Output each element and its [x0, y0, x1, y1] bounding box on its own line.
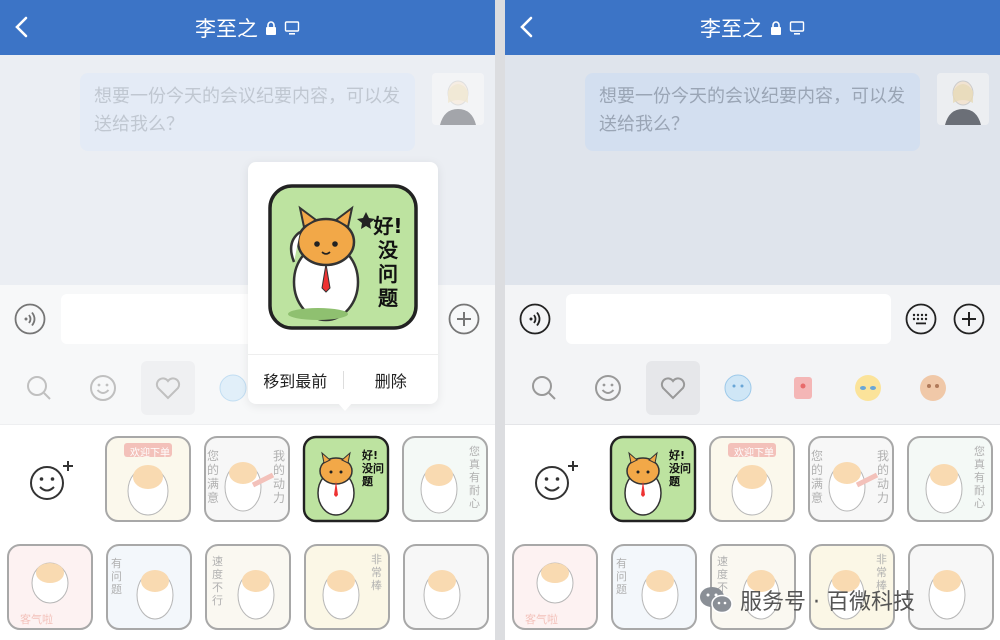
sticker-label: 客气啦 [20, 613, 53, 626]
sticker-label: 好!没问题 [669, 449, 691, 488]
delete-button[interactable]: 删除 [344, 368, 439, 392]
chat-title: 李至之 [700, 16, 763, 41]
sticker-patience[interactable]: 您真有耐心 [906, 435, 994, 523]
popup-arrow [337, 402, 353, 411]
chat-area: 想要一份今天的会议纪要内容，可以发送给我么？ [505, 55, 1000, 285]
sticker-popup: 好!没问题 移到最前 删除 [248, 162, 438, 404]
sticker-cat[interactable] [907, 543, 995, 631]
sticker-label: 您真有耐心 [974, 445, 985, 510]
sticker-label: 速度不行 [212, 555, 223, 607]
sticker-question[interactable]: 有问题 [610, 543, 698, 631]
right-screen: 李至之 想要一份今天的会议纪要内容，可以发送给我么？ 好!没问题 欢迎下单 您的… [505, 0, 1000, 640]
sticker-label: 我的动力 [877, 449, 890, 505]
tab-sticker-pack-2[interactable] [776, 361, 830, 415]
move-to-front-button[interactable]: 移到最前 [248, 368, 343, 392]
desktop-icon [789, 20, 805, 35]
sticker-great[interactable]: 非常棒 [303, 543, 391, 631]
left-screen: 李至之 想要一份今天的会议纪要内容，可以发送给我么？ 欢迎下单 您的满意 我的动… [0, 0, 495, 640]
sticker-preview-label: 好!没问题 [373, 214, 403, 310]
sticker-grid: 欢迎下单 您的满意 我的动力 好!没问题 您真有耐心 客气啦 有问题 速度不行 [0, 425, 495, 640]
emoji-icon [595, 375, 621, 401]
plus-icon[interactable] [953, 303, 985, 335]
tab-sticker-pack-3[interactable] [841, 361, 895, 415]
voice-icon[interactable] [519, 303, 551, 335]
input-bar [505, 285, 1000, 353]
chat-header: 李至之 [505, 0, 1000, 55]
chat-header: 李至之 [0, 0, 495, 55]
sticker-label: 客气啦 [525, 613, 558, 626]
sticker-label: 欢迎下单 [130, 448, 170, 459]
search-icon [532, 376, 556, 400]
watermark: 服务号 · 百微科技 [698, 582, 915, 618]
sticker-label: 有问题 [616, 557, 627, 596]
desktop-icon [284, 20, 300, 35]
keyboard-icon[interactable] [905, 303, 937, 335]
sticker-label: 欢迎下单 [734, 448, 774, 459]
sticker-question[interactable]: 有问题 [105, 543, 193, 631]
popup-actions: 移到最前 删除 [248, 354, 438, 404]
sticker-ok-highlighted[interactable]: 好!没问题 [302, 435, 390, 523]
sticker-satisfaction[interactable]: 您的满意 我的动力 [807, 435, 895, 523]
message-input[interactable] [566, 294, 891, 344]
tab-search[interactable] [517, 361, 571, 415]
sticker-label: 非常棒 [371, 553, 382, 592]
sticker-tabs [505, 353, 1000, 425]
add-sticker-icon[interactable] [527, 453, 587, 513]
wechat-icon [700, 587, 733, 614]
sticker-cat[interactable] [402, 543, 490, 631]
message-bubble: 想要一份今天的会议纪要内容，可以发送给我么？ [585, 73, 920, 151]
sticker-polite[interactable]: 客气啦 [511, 543, 599, 631]
sticker-ok[interactable]: 好!没问题 [609, 435, 697, 523]
tab-sticker-pack-1[interactable] [711, 361, 765, 415]
tab-emoji[interactable] [581, 361, 635, 415]
tab-sticker-pack-4[interactable] [906, 361, 960, 415]
sticker-welcome[interactable]: 欢迎下单 [708, 435, 796, 523]
sticker-speed[interactable]: 速度不行 [204, 543, 292, 631]
sticker-grid: 好!没问题 欢迎下单 您的满意 我的动力 您真有耐心 客气啦 有问题 速度不行 [505, 425, 1000, 640]
tab-favorites[interactable] [646, 361, 700, 415]
sticker-label: 您真有耐心 [469, 445, 480, 510]
sticker-label: 好!没问题 [362, 449, 384, 488]
heart-icon [660, 377, 686, 400]
screen-divider [495, 0, 505, 640]
sticker-label: 您的满意 [207, 449, 220, 505]
lock-icon [266, 20, 276, 35]
chat-title: 李至之 [195, 16, 258, 41]
sticker-patience[interactable]: 您真有耐心 [401, 435, 489, 523]
sticker-label: 您的满意 [811, 449, 824, 505]
watermark-text: 服务号 · 百微科技 [740, 590, 915, 615]
lock-icon [771, 20, 781, 35]
sticker-polite[interactable]: 客气啦 [6, 543, 94, 631]
avatar[interactable] [937, 73, 989, 125]
add-sticker-icon[interactable] [22, 453, 82, 513]
sticker-satisfaction[interactable]: 您的满意 我的动力 [203, 435, 291, 523]
sticker-label: 我的动力 [273, 449, 286, 505]
sticker-label: 有问题 [111, 557, 122, 596]
sticker-welcome[interactable]: 欢迎下单 [104, 435, 192, 523]
